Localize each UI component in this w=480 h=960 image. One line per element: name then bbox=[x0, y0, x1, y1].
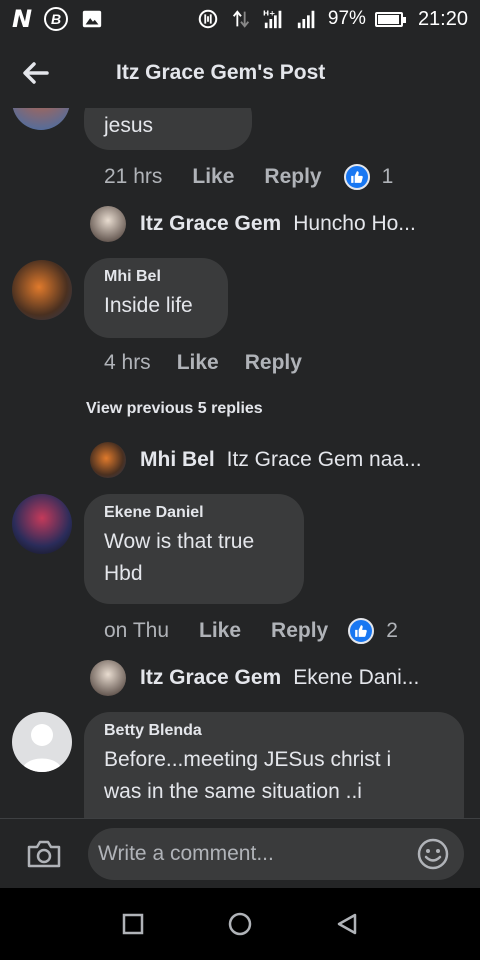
comment-bubble[interactable]: Mhi Bel Inside life bbox=[84, 258, 228, 338]
avatar bbox=[90, 660, 126, 696]
signal-icon bbox=[297, 10, 315, 29]
comment-input-wrapper bbox=[88, 827, 464, 880]
post-header: Itz Grace Gem's Post bbox=[0, 38, 480, 108]
camera-button[interactable] bbox=[0, 819, 88, 889]
reply-author: Mhi Bel bbox=[140, 448, 215, 471]
comment-bubble[interactable]: Ekene Daniel Wow is that true Hbd bbox=[84, 494, 304, 604]
comment-actions: on Thu Like Reply 2 bbox=[104, 618, 398, 644]
back-icon bbox=[337, 913, 356, 935]
b-circle-icon: B bbox=[44, 7, 69, 31]
comments-list[interactable]: jesus 21 hrs Like Reply 1 Itz Grace Gem … bbox=[0, 108, 480, 818]
n-logo-icon: N bbox=[12, 5, 33, 33]
comment-time: on Thu bbox=[104, 619, 169, 642]
system-nav-bar bbox=[0, 888, 480, 960]
comment-author[interactable]: Betty Blenda bbox=[104, 722, 444, 740]
reaction-summary[interactable]: 2 bbox=[348, 618, 398, 644]
reply-author: Itz Grace Gem bbox=[140, 666, 282, 689]
battery-percent: 97% bbox=[327, 8, 366, 29]
comment-author[interactable]: Ekene Daniel bbox=[104, 504, 284, 522]
nav-back-button[interactable] bbox=[327, 904, 367, 944]
svg-text:H+: H+ bbox=[263, 8, 275, 17]
reply-author: Itz Grace Gem bbox=[140, 212, 282, 235]
back-button[interactable] bbox=[0, 38, 70, 108]
home-icon bbox=[228, 912, 252, 936]
like-reaction-icon bbox=[348, 618, 375, 644]
comment-composer bbox=[0, 818, 480, 888]
home-button[interactable] bbox=[220, 904, 260, 944]
comment-time: 4 hrs bbox=[104, 351, 151, 374]
gallery-icon bbox=[82, 10, 102, 28]
data-arrows-icon bbox=[232, 10, 249, 28]
comment-text: Hbd bbox=[104, 562, 143, 585]
comment-bubble[interactable]: Betty Blenda Before...meeting JESus chri… bbox=[84, 712, 464, 818]
status-time: 21:20 bbox=[417, 7, 468, 30]
avatar[interactable] bbox=[12, 494, 72, 554]
comment-text: Wow is that true bbox=[104, 530, 255, 553]
emoji-icon bbox=[417, 838, 449, 869]
reply-snippet: Itz Grace Gem naa... bbox=[226, 448, 422, 471]
comment-time: 21 hrs bbox=[104, 165, 163, 188]
comment-input[interactable] bbox=[98, 841, 398, 866]
reply-button[interactable]: Reply bbox=[245, 351, 302, 375]
status-bar: N B H+ 97% 21:20 bbox=[0, 0, 480, 38]
emoji-button[interactable] bbox=[416, 837, 450, 876]
camera-icon bbox=[27, 840, 61, 867]
like-button[interactable]: Like bbox=[199, 619, 241, 643]
reply-summary[interactable]: Mhi Bel Itz Grace Gem naa... bbox=[90, 442, 422, 478]
reply-summary[interactable]: Itz Grace Gem Ekene Dani... bbox=[90, 660, 419, 696]
avatar[interactable] bbox=[12, 108, 70, 130]
recent-apps-icon bbox=[123, 913, 144, 935]
avatar bbox=[90, 442, 126, 478]
comment-actions: 4 hrs Like Reply bbox=[104, 351, 302, 375]
reaction-summary[interactable]: 1 bbox=[343, 164, 394, 190]
reaction-count: 1 bbox=[381, 165, 394, 188]
comment-author[interactable]: Mhi Bel bbox=[104, 268, 208, 286]
comment-text: Inside life bbox=[104, 294, 193, 317]
reply-snippet: Ekene Dani... bbox=[293, 666, 420, 689]
alarm-icon bbox=[198, 9, 218, 29]
comment-actions: 21 hrs Like Reply 1 bbox=[104, 164, 393, 190]
comment-text: jesus bbox=[104, 114, 154, 137]
reaction-count: 2 bbox=[386, 619, 398, 642]
avatar[interactable] bbox=[12, 712, 72, 772]
reply-button[interactable]: Reply bbox=[271, 619, 328, 643]
comment-bubble[interactable]: jesus bbox=[84, 108, 252, 150]
like-button[interactable]: Like bbox=[192, 165, 234, 189]
signal-hplus-icon: H+ bbox=[263, 8, 282, 29]
recent-apps-button[interactable] bbox=[113, 904, 153, 944]
reply-button[interactable]: Reply bbox=[264, 165, 321, 189]
like-reaction-icon bbox=[343, 164, 370, 190]
default-avatar-icon bbox=[22, 724, 62, 772]
back-arrow-icon bbox=[23, 62, 49, 84]
battery-icon bbox=[374, 11, 406, 27]
avatar[interactable] bbox=[12, 260, 72, 320]
like-button[interactable]: Like bbox=[177, 351, 219, 375]
comment-text: was in the same situation ..i bbox=[104, 780, 362, 803]
reply-snippet: Huncho Ho... bbox=[293, 212, 416, 235]
page-title: Itz Grace Gem's Post bbox=[116, 61, 326, 84]
reply-summary[interactable]: Itz Grace Gem Huncho Ho... bbox=[90, 206, 416, 242]
avatar bbox=[90, 206, 126, 242]
view-previous-replies[interactable]: View previous 5 replies bbox=[86, 400, 263, 418]
comment-text: Before...meeting JESus christ i bbox=[104, 748, 392, 771]
